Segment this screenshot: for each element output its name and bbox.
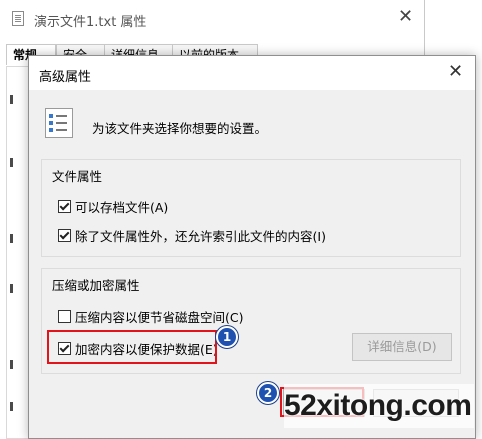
bg-text-fragment xyxy=(10,284,13,293)
details-button[interactable]: 详细信息(D) xyxy=(352,333,452,361)
bg-text-fragment xyxy=(10,95,13,104)
properties-titlebar: 演示文件1.txt 属性 ✕ xyxy=(0,0,424,38)
bg-text-fragment xyxy=(10,360,13,369)
step-2-badge: 2 xyxy=(257,382,279,404)
dialog-titlebar: 高级属性 ✕ xyxy=(29,56,475,90)
bg-text-fragment xyxy=(10,234,13,243)
text-file-icon xyxy=(12,11,24,26)
archive-label: 可以存档文件(A) xyxy=(75,200,169,215)
advanced-attributes-dialog: 高级属性 ✕ 为该文件夹选择你想要的设置。 文件属性 可以存档文件(A) 除了文… xyxy=(28,55,476,439)
index-option[interactable]: 除了文件属性外，还允许索引此文件的内容(I) xyxy=(58,226,326,245)
compress-option[interactable]: 压缩内容以便节省磁盘空间(C) xyxy=(58,307,243,326)
compress-checkbox[interactable] xyxy=(58,310,71,323)
archive-checkbox[interactable] xyxy=(58,200,71,213)
archive-option[interactable]: 可以存档文件(A) xyxy=(58,197,168,216)
compress-encrypt-title: 压缩或加密属性 xyxy=(52,278,140,293)
index-label: 除了文件属性外，还允许索引此文件的内容(I) xyxy=(75,229,326,244)
file-attributes-group: 文件属性 可以存档文件(A) 除了文件属性外，还允许索引此文件的内容(I) xyxy=(41,159,461,257)
properties-window-title: 演示文件1.txt 属性 xyxy=(34,15,147,30)
dialog-description: 为该文件夹选择你想要的设置。 xyxy=(92,121,268,136)
file-attributes-title: 文件属性 xyxy=(52,169,103,184)
index-checkbox[interactable] xyxy=(58,229,71,242)
compress-label: 压缩内容以便节省磁盘空间(C) xyxy=(75,310,244,325)
dialog-close-icon[interactable]: ✕ xyxy=(448,62,463,82)
site-watermark: 52xitong.com xyxy=(284,384,474,428)
dialog-title: 高级属性 xyxy=(39,70,92,85)
settings-checklist-icon xyxy=(45,108,73,138)
properties-close-icon[interactable]: ✕ xyxy=(398,7,413,27)
step-1-badge: 1 xyxy=(216,326,238,348)
bg-text-fragment xyxy=(10,158,13,167)
encrypt-highlight-box xyxy=(47,330,217,364)
bg-text-fragment xyxy=(10,402,13,411)
